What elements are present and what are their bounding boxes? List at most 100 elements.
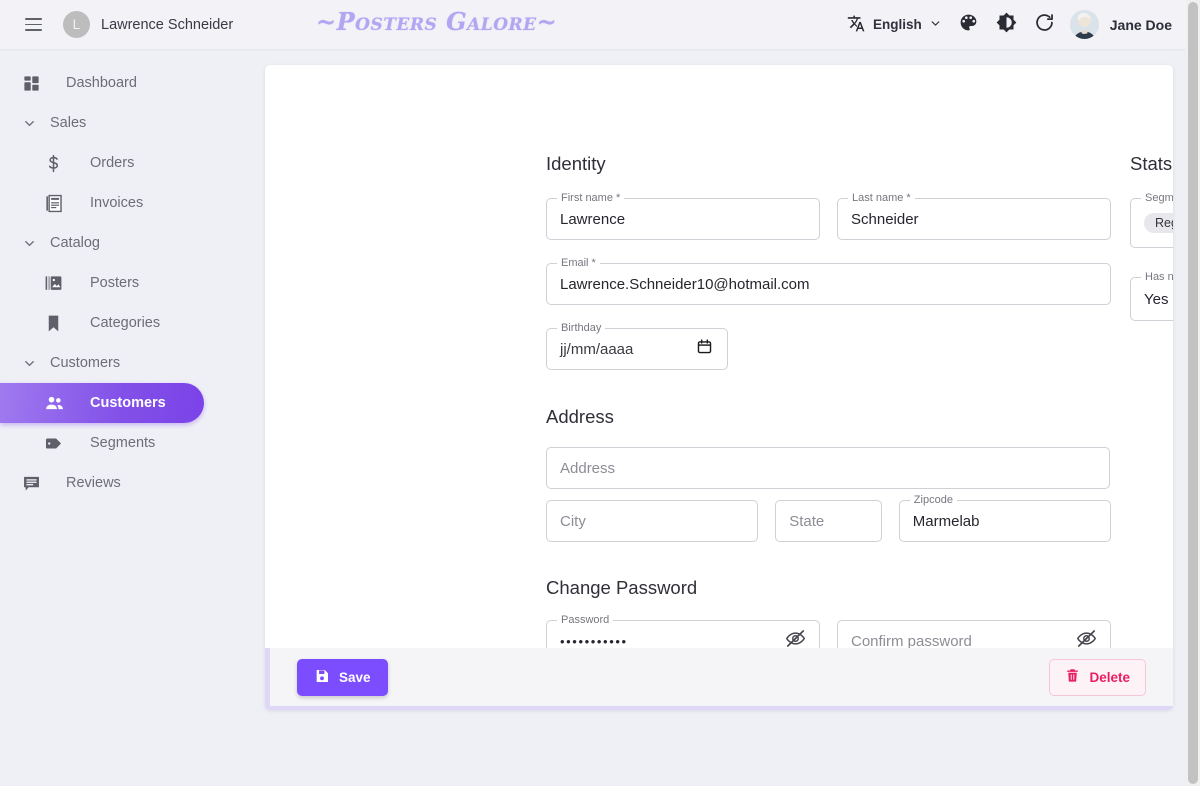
dollar-icon bbox=[44, 154, 72, 173]
sidebar-item-segments[interactable]: Segments bbox=[0, 423, 204, 463]
has-newsletter-label: Has newsletter bbox=[1141, 271, 1173, 284]
bookmark-icon bbox=[44, 314, 72, 333]
sidebar-group-sales[interactable]: Sales bbox=[0, 103, 204, 143]
page-scrollbar[interactable] bbox=[1186, 0, 1200, 786]
language-label: English bbox=[873, 17, 922, 32]
sidebar-item-invoices[interactable]: Invoices bbox=[0, 183, 204, 223]
header-actions: English bbox=[839, 0, 1172, 49]
password-label: Password bbox=[557, 614, 613, 627]
palette-icon bbox=[958, 12, 979, 38]
sidebar-group-label: Sales bbox=[50, 115, 86, 131]
chevron-down-icon bbox=[22, 236, 38, 251]
segments-label: Segments bbox=[1141, 192, 1173, 205]
zipcode-label: Zipcode bbox=[910, 494, 957, 507]
email-value: Lawrence.Schneider10@hotmail.com bbox=[560, 276, 810, 293]
customer-edit-card: Identity First name * Lawrence Last name… bbox=[265, 65, 1173, 710]
save-icon bbox=[314, 668, 330, 687]
trash-icon bbox=[1065, 668, 1080, 686]
address-field[interactable]: Address bbox=[546, 447, 1110, 489]
customer-avatar: L bbox=[63, 11, 90, 38]
sidebar-group-customers[interactable]: Customers bbox=[0, 343, 204, 383]
tag-icon bbox=[44, 434, 72, 453]
email-field[interactable]: Email * Lawrence.Schneider10@hotmail.com bbox=[546, 263, 1111, 305]
form-left-column: Identity First name * Lawrence Last name… bbox=[546, 153, 1111, 662]
app-root: L Lawrence Schneider ~Posters Galore~ En… bbox=[0, 0, 1200, 786]
zipcode-field[interactable]: Zipcode Marmelab bbox=[899, 500, 1111, 542]
calendar-icon[interactable] bbox=[696, 338, 713, 360]
dashboard-icon bbox=[22, 74, 50, 93]
theme-palette-button[interactable] bbox=[950, 6, 988, 44]
state-field[interactable]: State bbox=[775, 500, 882, 542]
first-name-label: First name * bbox=[557, 192, 624, 205]
dark-mode-toggle[interactable] bbox=[988, 6, 1026, 44]
invoice-icon bbox=[44, 194, 72, 213]
sidebar-item-orders[interactable]: Orders bbox=[0, 143, 204, 183]
form-right-column: Stats Segments Regular Has newsletter bbox=[1130, 153, 1173, 321]
customer-name: Lawrence Schneider bbox=[101, 17, 233, 33]
first-name-value: Lawrence bbox=[560, 211, 625, 228]
hamburger-icon[interactable] bbox=[16, 8, 50, 42]
sidebar-group-catalog[interactable]: Catalog bbox=[0, 223, 204, 263]
refresh-button[interactable] bbox=[1026, 6, 1064, 44]
has-newsletter-field[interactable]: Has newsletter Yes bbox=[1130, 277, 1173, 321]
password-section-title: Change Password bbox=[546, 577, 1111, 599]
sidebar-item-label: Categories bbox=[90, 315, 160, 331]
image-collection-icon bbox=[44, 274, 72, 293]
has-newsletter-value: Yes bbox=[1144, 291, 1168, 308]
address-section-title: Address bbox=[546, 406, 1111, 428]
form-toolbar: Save Delete bbox=[270, 648, 1173, 706]
card-body: Identity First name * Lawrence Last name… bbox=[265, 65, 1173, 648]
sidebar-item-label: Customers bbox=[90, 395, 166, 411]
sidebar-item-label: Segments bbox=[90, 435, 155, 451]
sidebar-item-label: Invoices bbox=[90, 195, 143, 211]
chevron-down-icon bbox=[929, 17, 942, 33]
app-logo: ~Posters Galore~ bbox=[316, 7, 557, 36]
user-avatar[interactable] bbox=[1070, 10, 1099, 39]
scrollbar-thumb[interactable] bbox=[1188, 2, 1198, 784]
first-name-field[interactable]: First name * Lawrence bbox=[546, 198, 820, 240]
sidebar-item-reviews[interactable]: Reviews bbox=[0, 463, 204, 503]
comment-icon bbox=[22, 474, 50, 493]
city-placeholder: City bbox=[560, 513, 586, 530]
refresh-icon bbox=[1034, 12, 1055, 38]
chevron-down-icon bbox=[22, 116, 38, 131]
sidebar-item-categories[interactable]: Categories bbox=[0, 303, 204, 343]
sidebar-item-posters[interactable]: Posters bbox=[0, 263, 204, 303]
sidebar-item-label: Posters bbox=[90, 275, 139, 291]
sidebar-item-dashboard[interactable]: Dashboard bbox=[0, 63, 204, 103]
translate-icon bbox=[847, 14, 866, 36]
app-header: L Lawrence Schneider ~Posters Galore~ En… bbox=[0, 0, 1186, 49]
birthday-value: jj/mm/aaaa bbox=[560, 341, 633, 358]
zipcode-value: Marmelab bbox=[913, 513, 980, 530]
sidebar-item-label: Dashboard bbox=[66, 75, 137, 91]
sidebar-group-label: Customers bbox=[50, 355, 120, 371]
chevron-down-icon bbox=[22, 356, 38, 371]
sidebar-group-label: Catalog bbox=[50, 235, 100, 251]
email-label: Email * bbox=[557, 257, 600, 270]
language-selector[interactable]: English bbox=[839, 8, 950, 42]
segments-field[interactable]: Segments Regular bbox=[1130, 198, 1173, 248]
save-label: Save bbox=[339, 670, 371, 685]
people-icon bbox=[44, 393, 72, 414]
city-field[interactable]: City bbox=[546, 500, 758, 542]
stats-section-title: Stats bbox=[1130, 153, 1173, 175]
last-name-label: Last name * bbox=[848, 192, 915, 205]
sidebar-item-label: Reviews bbox=[66, 475, 121, 491]
segment-chip[interactable]: Regular bbox=[1144, 213, 1173, 234]
birthday-field[interactable]: Birthday jj/mm/aaaa bbox=[546, 328, 728, 370]
brightness-contrast-icon bbox=[996, 12, 1017, 38]
last-name-field[interactable]: Last name * Schneider bbox=[837, 198, 1111, 240]
state-placeholder: State bbox=[789, 513, 824, 530]
confirm-password-placeholder: Confirm password bbox=[851, 633, 972, 650]
address-placeholder: Address bbox=[560, 460, 615, 477]
delete-button[interactable]: Delete bbox=[1049, 659, 1146, 696]
identity-section-title: Identity bbox=[546, 153, 1111, 175]
birthday-label: Birthday bbox=[557, 322, 605, 335]
last-name-value: Schneider bbox=[851, 211, 919, 228]
password-value: ••••••••••• bbox=[560, 634, 628, 649]
save-button[interactable]: Save bbox=[297, 659, 388, 696]
delete-label: Delete bbox=[1089, 670, 1130, 685]
user-name: Jane Doe bbox=[1110, 17, 1172, 33]
sidebar-item-customers[interactable]: Customers bbox=[0, 383, 204, 423]
sidebar: Dashboard Sales Orders bbox=[0, 49, 236, 786]
